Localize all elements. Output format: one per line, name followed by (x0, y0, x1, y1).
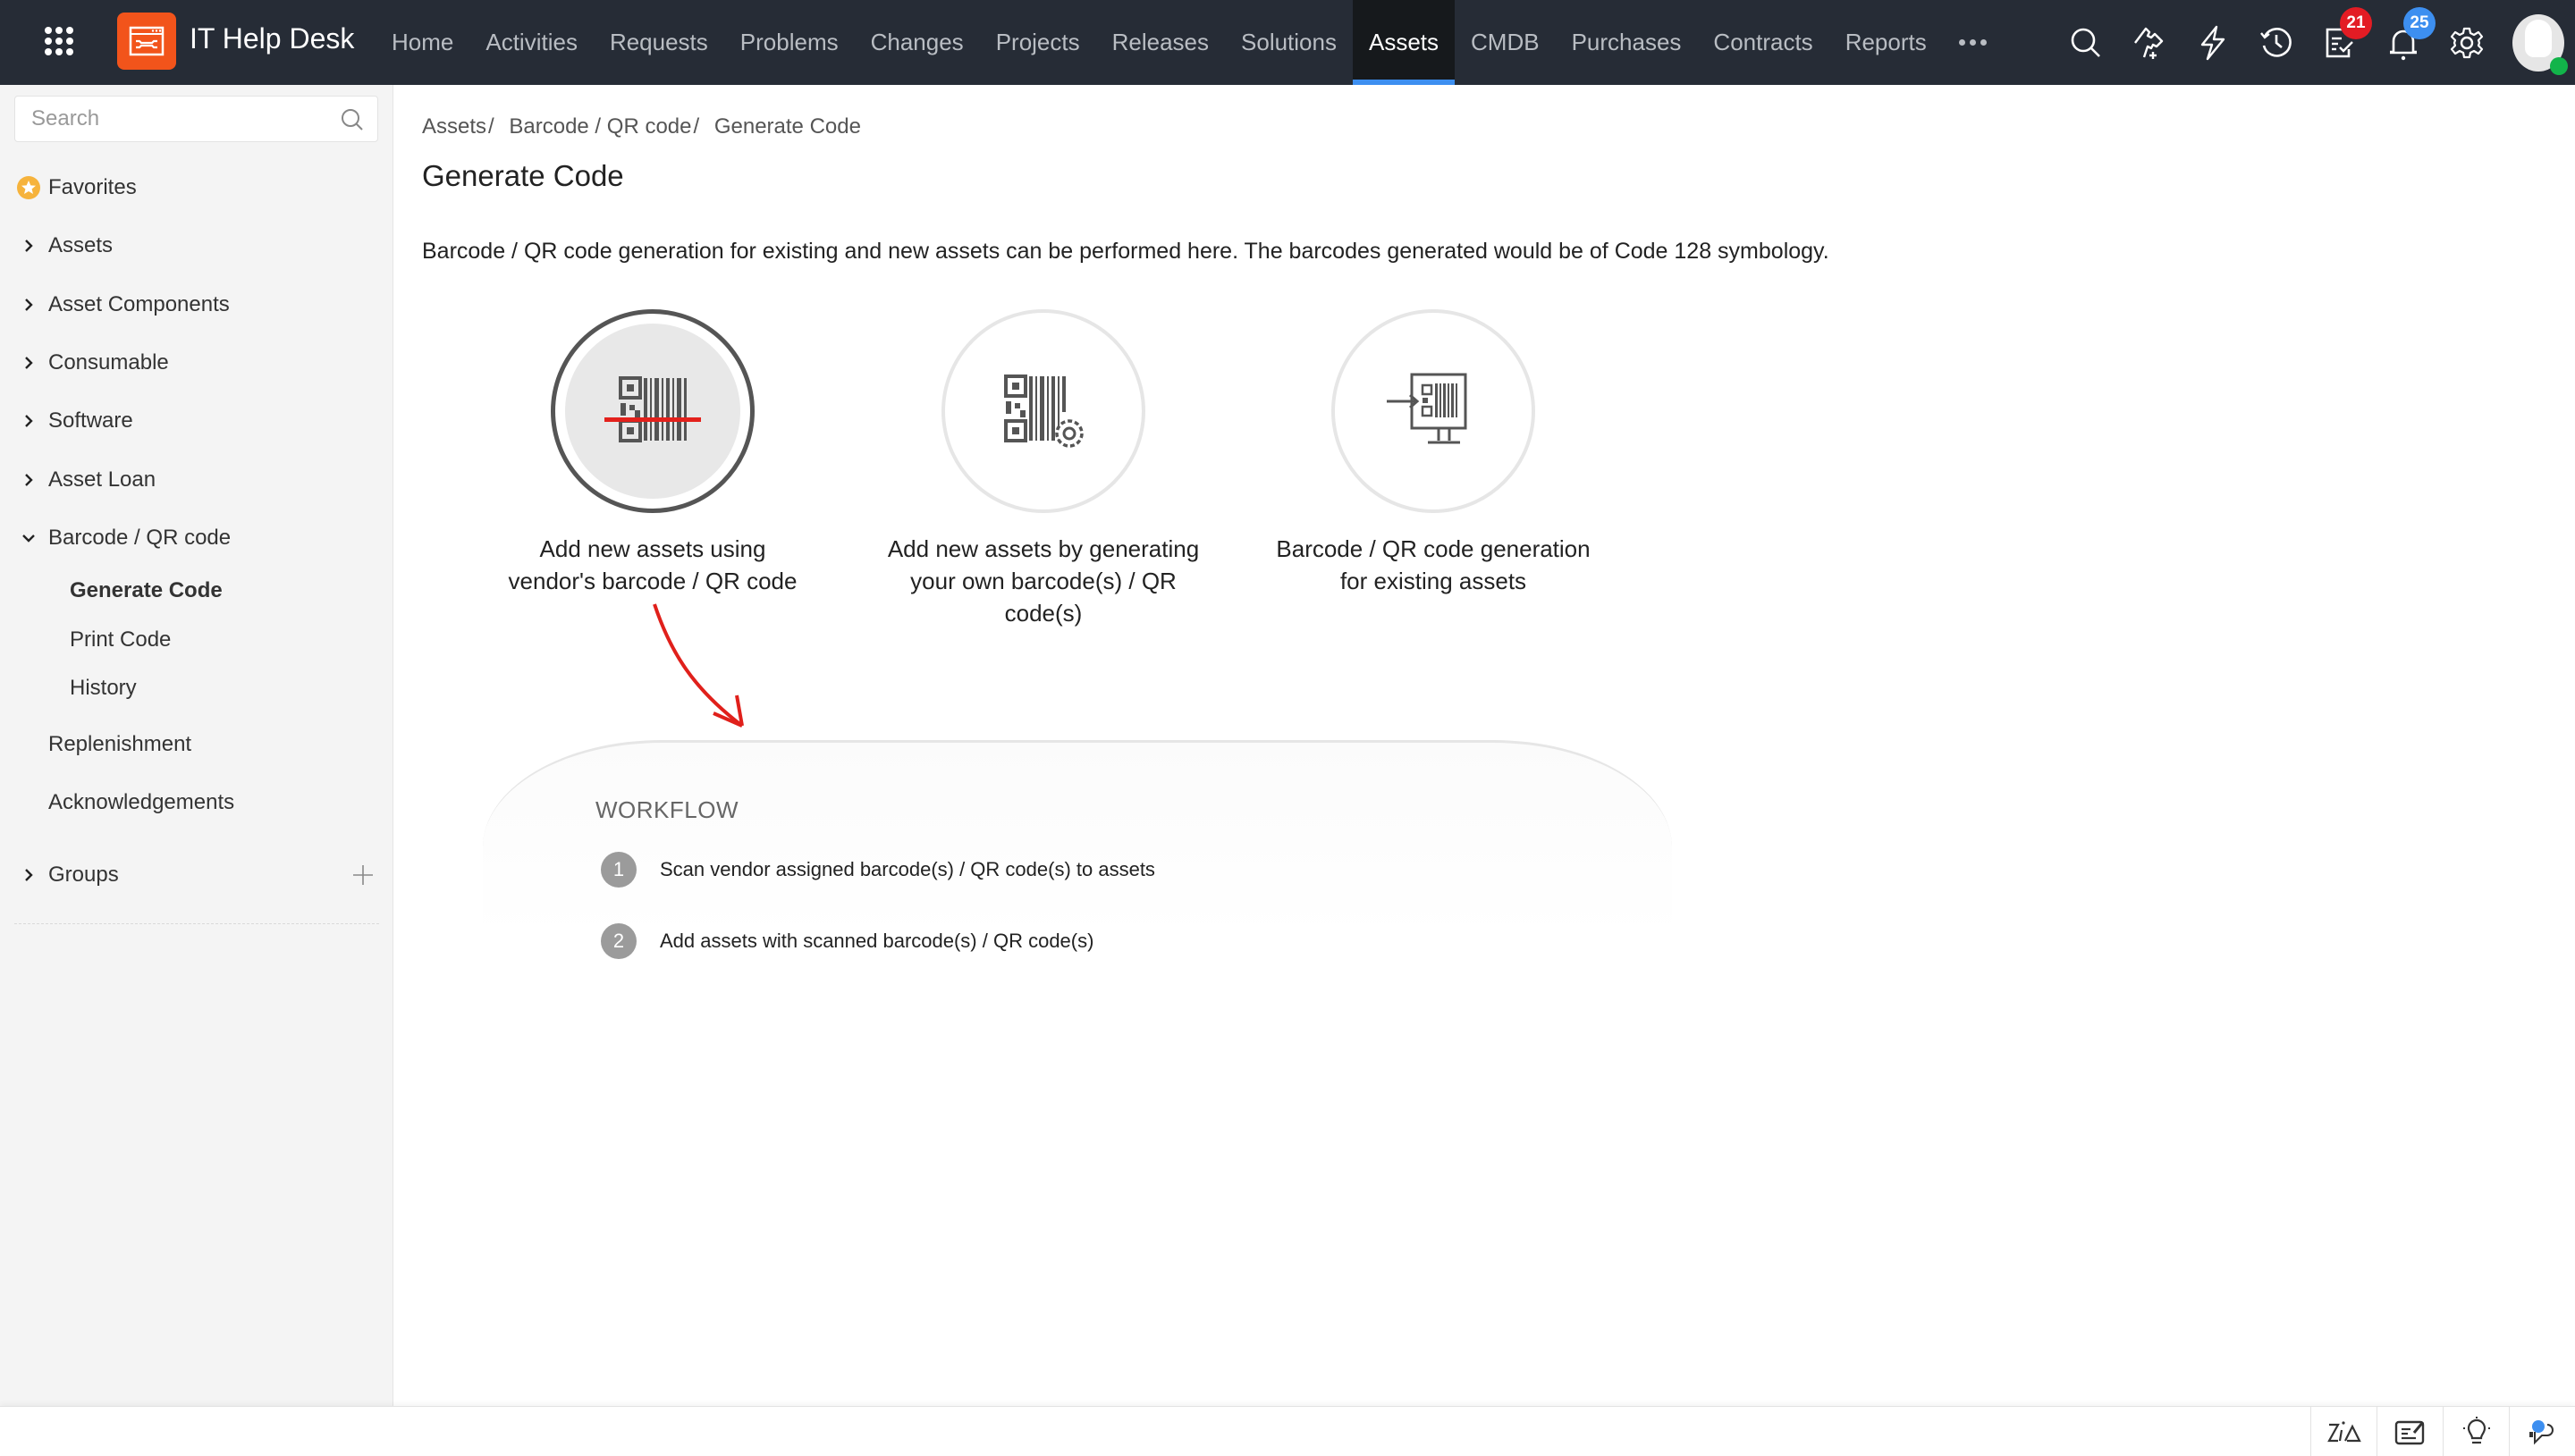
app-logo[interactable] (117, 13, 176, 70)
settings-icon[interactable] (2435, 0, 2498, 85)
page-title: Generate Code (422, 159, 624, 192)
workflow-step: 1 Scan vendor assigned barcode(s) / QR c… (601, 852, 1155, 888)
main-nav: Home Activities Requests Problems Change… (376, 0, 2003, 85)
option-vendor-barcode[interactable]: Add new assets using vendor's barcode / … (483, 309, 823, 597)
sidebar-item-barcode-qr-code[interactable]: Barcode / QR code (0, 516, 393, 560)
tips-lightbulb-icon[interactable] (2443, 1407, 2509, 1456)
app-switcher-grid-icon[interactable] (45, 27, 73, 55)
sidebar-item-groups[interactable]: Groups (0, 853, 393, 897)
nav-problems[interactable]: Problems (724, 0, 855, 85)
option-circle (941, 309, 1145, 513)
sidebar-subitem-generate-code[interactable]: Generate Code (70, 578, 223, 603)
wrench-window-icon (129, 26, 165, 56)
sidebar-item-consumable[interactable]: Consumable (0, 341, 393, 385)
notes-icon[interactable] (2377, 1407, 2443, 1456)
chevron-right-icon (0, 239, 48, 253)
workflow-panel: WORKFLOW 1 Scan vendor assigned barcode(… (483, 740, 1672, 959)
chevron-right-icon (0, 414, 48, 428)
quick-actions-icon[interactable] (2181, 0, 2244, 85)
option-circle (551, 309, 755, 513)
chat-icon[interactable] (2509, 1407, 2575, 1456)
app-title[interactable]: IT Help Desk (190, 22, 354, 55)
sidebar-item-asset-loan[interactable]: Asset Loan (0, 458, 393, 502)
breadcrumb-barcode-qr-code[interactable]: Barcode / QR code (509, 114, 691, 139)
option-circle (1331, 309, 1535, 513)
online-status-indicator (2550, 56, 2568, 75)
notifications-badge: 25 (2403, 7, 2436, 39)
sidebar-search (14, 96, 378, 142)
nav-home[interactable]: Home (376, 0, 469, 85)
sidebar-item-software[interactable]: Software (0, 399, 393, 443)
sidebar-search-input[interactable] (15, 97, 319, 141)
barcode-generate-icon (1004, 375, 1084, 448)
step-text: Add assets with scanned barcode(s) / QR … (660, 930, 1094, 952)
nav-reports[interactable]: Reports (1829, 0, 1943, 85)
step-text: Scan vendor assigned barcode(s) / QR cod… (660, 858, 1155, 880)
chevron-right-icon (0, 473, 48, 487)
star-icon (0, 176, 48, 199)
footer-actions (2310, 1407, 2575, 1456)
nav-cmdb[interactable]: CMDB (1455, 0, 1556, 85)
nav-assets[interactable]: Assets (1352, 0, 1456, 85)
option-existing-assets[interactable]: Barcode / QR code generation for existin… (1263, 309, 1603, 597)
add-group-plus-icon[interactable] (352, 853, 374, 897)
search-icon[interactable] (2054, 0, 2117, 85)
breadcrumb-assets[interactable]: Assets (422, 114, 486, 139)
option-generate-own-barcode[interactable]: Add new assets by generating your own ba… (874, 309, 1213, 629)
sidebar-item-acknowledgements[interactable]: Acknowledgements (0, 780, 393, 825)
zia-icon[interactable] (2310, 1407, 2377, 1456)
notifications-icon[interactable]: 25 (2371, 0, 2436, 85)
nav-releases[interactable]: Releases (1096, 0, 1225, 85)
nav-projects[interactable]: Projects (980, 0, 1096, 85)
nav-changes[interactable]: Changes (855, 0, 980, 85)
sidebar-item-asset-components[interactable]: Asset Components (0, 282, 393, 327)
breadcrumb: Assets/ Barcode / QR code/ Generate Code (422, 114, 861, 139)
breadcrumb-current: Generate Code (713, 114, 861, 139)
option-label: Add new assets using vendor's barcode / … (508, 535, 798, 594)
chevron-right-icon (0, 298, 48, 312)
nav-solutions[interactable]: Solutions (1225, 0, 1353, 85)
sidebar-subitem-print-code[interactable]: Print Code (70, 627, 171, 652)
step-number: 1 (601, 852, 637, 888)
tasks-icon[interactable]: 21 (2308, 0, 2372, 85)
sidebar-item-favorites[interactable]: Favorites (0, 165, 393, 210)
sidebar-item-replenishment[interactable]: Replenishment (0, 722, 393, 767)
nav-activities[interactable]: Activities (469, 0, 594, 85)
user-avatar[interactable] (2512, 13, 2568, 75)
tasks-badge: 21 (2340, 7, 2372, 39)
page-description: Barcode / QR code generation for existin… (422, 239, 1829, 264)
red-arrow-icon (653, 603, 744, 728)
header-actions: 21 25 (2054, 0, 2575, 85)
sidebar-divider (14, 923, 379, 924)
option-label: Add new assets by generating your own ba… (887, 535, 1200, 627)
barcode-scan-icon (604, 376, 701, 442)
search-icon[interactable] (340, 107, 365, 137)
top-navigation-bar: IT Help Desk Home Activities Requests Pr… (0, 0, 2575, 85)
nav-purchases[interactable]: Purchases (1556, 0, 1698, 85)
chevron-right-icon (0, 868, 48, 882)
chevron-right-icon (0, 356, 48, 370)
nav-requests[interactable]: Requests (594, 0, 724, 85)
more-nav-icon[interactable] (1943, 0, 2003, 85)
barcode-existing-icon (1387, 373, 1467, 444)
chevron-down-icon (0, 533, 48, 543)
option-label: Barcode / QR code generation for existin… (1276, 535, 1591, 594)
history-icon[interactable] (2244, 0, 2308, 85)
nav-contracts[interactable]: Contracts (1697, 0, 1828, 85)
footer-bar (0, 1406, 2575, 1456)
sidebar-subitem-history[interactable]: History (70, 676, 137, 701)
sidebar-item-assets[interactable]: Assets (0, 223, 393, 268)
workflow-step: 2 Add assets with scanned barcode(s) / Q… (601, 923, 1093, 959)
workflow-title: WORKFLOW (595, 796, 739, 823)
add-ticket-icon[interactable] (2117, 0, 2181, 85)
sidebar: Favorites Assets Asset Components Consum… (0, 85, 393, 1406)
step-number: 2 (601, 923, 637, 959)
